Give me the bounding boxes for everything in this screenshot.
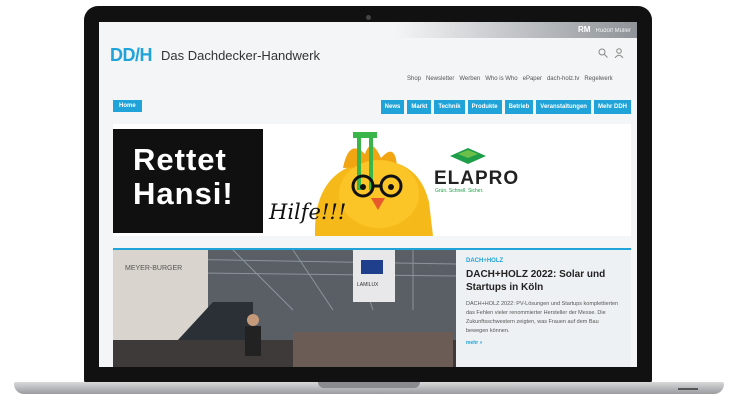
main-tabs: News Markt Technik Produkte Betrieb Vera…	[380, 100, 631, 114]
laptop-notch	[318, 382, 420, 388]
site-title[interactable]: Das Dachdecker-Handwerk	[161, 48, 320, 63]
article-kicker: DACH+HOLZ	[466, 258, 504, 264]
topnav-shop[interactable]: Shop	[407, 76, 421, 82]
tab-news[interactable]: News	[380, 100, 405, 114]
tab-produkte[interactable]: Produkte	[467, 100, 502, 114]
ad-banner[interactable]: Rettet Hansi! Hilfe!!! ELAPRO Grün. Schn…	[113, 124, 631, 236]
tab-veranstaltungen[interactable]: Veranstaltungen	[536, 100, 591, 114]
laptop-mockup: RM Rudolf Müller DD/H Das Dachdecker-Han…	[0, 0, 730, 405]
article-title[interactable]: DACH+HOLZ 2022: Solar und Startups in Kö…	[466, 268, 621, 294]
search-icon[interactable]	[598, 48, 608, 61]
topnav-epaper[interactable]: ePaper	[523, 76, 542, 82]
user-bar: RM Rudolf Müller	[99, 22, 637, 38]
ad-headline-line1: Rettet	[133, 142, 227, 177]
ad-headline: Rettet Hansi!	[113, 129, 263, 233]
topnav-newsletter[interactable]: Newsletter	[426, 76, 454, 82]
topnav-regelwerk[interactable]: Regelwerk	[584, 76, 612, 82]
tab-mehr-ddh[interactable]: Mehr DDH	[593, 100, 631, 114]
browser-screen: RM Rudolf Müller DD/H Das Dachdecker-Han…	[99, 22, 637, 367]
user-icon[interactable]	[614, 48, 624, 61]
read-more-link[interactable]: mehr »	[466, 340, 621, 346]
ad-hilfe-text: Hilfe!!!	[269, 200, 347, 224]
user-menu[interactable]: RM Rudolf Müller	[578, 25, 631, 34]
ad-tagline: Grün. Schnell. Sicher.	[435, 188, 484, 194]
article-photo[interactable]: MEYER-BURGER LAMILUX	[113, 250, 456, 367]
user-initials: RM	[577, 25, 591, 34]
top-navigation: Shop Newsletter Werben Who is Who ePaper…	[407, 76, 613, 82]
topnav-who-is-who[interactable]: Who is Who	[485, 76, 517, 82]
user-name: Rudolf Müller	[595, 28, 631, 34]
site-logo[interactable]: DD/H	[110, 45, 153, 66]
sign-lamilux: LAMILUX	[357, 282, 379, 288]
sign-meyer-burger: MEYER-BURGER	[125, 265, 182, 272]
elapro-logo-icon	[450, 148, 486, 164]
tab-markt[interactable]: Markt	[407, 100, 432, 114]
ad-brand: ELAPRO	[434, 168, 520, 189]
laptop-trackpad-edge	[678, 388, 698, 390]
article-body: DACH+HOLZ 2022: PV-Lösungen und Startups…	[466, 301, 619, 334]
topnav-dach-holz-tv[interactable]: dach-holz.tv	[547, 76, 579, 82]
ad-headline-line2: Hansi!	[133, 176, 234, 211]
article-teaser[interactable]: DACH+HOLZ DACH+HOLZ 2022: Solar und Star…	[456, 250, 631, 367]
tab-technik[interactable]: Technik	[434, 100, 465, 114]
topnav-werben[interactable]: Werben	[459, 76, 480, 82]
main-navigation: Home News Markt Technik Produkte Betrieb…	[113, 98, 631, 116]
tab-home[interactable]: Home	[113, 100, 142, 112]
webcam	[366, 15, 371, 20]
tab-betrieb[interactable]: Betrieb	[504, 100, 534, 114]
